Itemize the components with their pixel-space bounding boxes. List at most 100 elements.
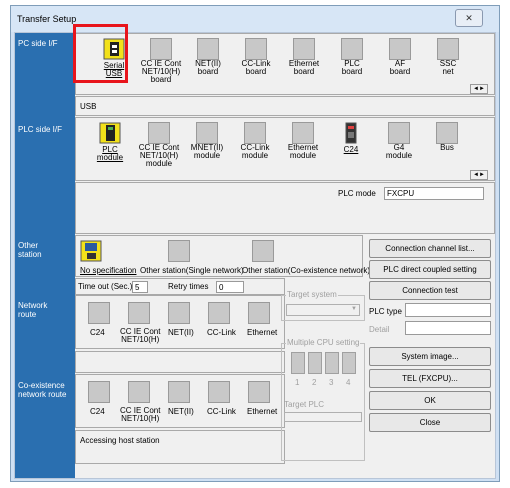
plc-side-detail-panel: PLC mode FXCPU	[75, 182, 495, 234]
timeout-label: Time out (Sec.)	[78, 282, 133, 291]
coexistence-route-net-ii[interactable]	[168, 381, 190, 403]
network-route-cc-ie[interactable]	[128, 302, 150, 324]
module-icon	[388, 122, 410, 144]
tel-fxcpu-button[interactable]: TEL (FXCPU)...	[369, 369, 491, 388]
network-route-panel: C24 CC IE Cont NET/10(H) NET(II) CC-Link…	[75, 295, 285, 349]
module-icon	[196, 122, 218, 144]
plc-side-scroll-arrows[interactable]: ◄►	[470, 170, 488, 180]
network-route-label-net-ii: NET(II)	[168, 328, 194, 337]
section-label-strip: PC side I/F PLC side I/F Other station N…	[15, 33, 75, 478]
station-icon	[252, 240, 274, 262]
highlight-box	[73, 24, 128, 83]
pc-side-label: PC side I/F	[18, 39, 58, 48]
other-station-label-single: Other station(Single network)	[140, 266, 244, 275]
coexistence-route-panel: C24 CC IE Cont NET/10(H) NET(II) CC-Link…	[75, 374, 285, 428]
detail-label: Detail	[369, 325, 390, 334]
route-icon	[248, 381, 270, 403]
other-station-label-no-spec: No specification	[80, 266, 137, 275]
plc-item-bus[interactable]: Bus	[419, 122, 475, 152]
coexistence-route-label-cc-ie: CC IE Cont NET/10(H)	[120, 406, 161, 423]
coexistence-route-cc-ie[interactable]	[128, 381, 150, 403]
coexistence-route-c24[interactable]	[88, 381, 110, 403]
status-text: Accessing host station	[80, 436, 160, 445]
pc-item-ssc-net[interactable]: SSC net	[420, 38, 476, 76]
network-route-net-ii[interactable]	[168, 302, 190, 324]
coexistence-route-label: Co-existence network route	[18, 381, 67, 399]
window-title: Transfer Setup	[17, 14, 77, 24]
network-route-label-cc-ie: CC IE Cont NET/10(H)	[120, 327, 161, 344]
other-station-coexistence[interactable]	[252, 240, 274, 262]
board-icon	[389, 38, 411, 60]
route-icon	[208, 381, 230, 403]
module-icon	[436, 122, 458, 144]
pc-side-scroll-arrows[interactable]: ◄►	[470, 84, 488, 94]
plc-side-label: PLC side I/F	[18, 125, 63, 134]
other-station-panel: No specification Other station(Single ne…	[75, 235, 370, 277]
connection-test-button[interactable]: Connection test	[369, 281, 491, 300]
board-icon	[341, 38, 363, 60]
plc-type-label: PLC type	[369, 307, 402, 316]
cpu-3-label: 3	[329, 378, 334, 387]
cpu-2-button[interactable]	[308, 352, 322, 374]
target-system-group: Target system ▼	[281, 290, 365, 321]
scroll-right-icon[interactable]: ►	[479, 172, 485, 178]
plc-item-label: Bus	[440, 143, 454, 152]
network-route-c24[interactable]	[88, 302, 110, 324]
cpu-4-button[interactable]	[342, 352, 356, 374]
system-image-button[interactable]: System image...	[369, 347, 491, 366]
timeout-row: Time out (Sec.) 5 Retry times 0	[75, 278, 285, 295]
network-route-label-c24: C24	[90, 328, 105, 337]
target-plc-field[interactable]	[284, 412, 362, 422]
pc-item-label: SSC net	[439, 59, 457, 76]
network-route-label-cc-link: CC-Link	[207, 328, 236, 337]
retry-field[interactable]: 0	[216, 281, 244, 293]
target-system-dropdown[interactable]: ▼	[286, 304, 360, 316]
board-icon	[437, 38, 459, 60]
coexistence-route-label-net-ii: NET(II)	[168, 407, 194, 416]
plc-item-label: PLC module	[96, 145, 124, 162]
coexistence-route-label-ethernet: Ethernet	[247, 407, 278, 416]
cpu-3-button[interactable]	[325, 352, 339, 374]
other-station-no-spec[interactable]: No specification	[80, 240, 138, 275]
board-icon	[197, 38, 219, 60]
other-station-single[interactable]	[168, 240, 190, 262]
no-specification-icon	[80, 240, 102, 262]
dialog-body: PC side I/F PLC side I/F Other station N…	[14, 32, 496, 479]
cpu-1-button[interactable]	[291, 352, 305, 374]
module-icon	[292, 122, 314, 144]
retry-label: Retry times	[168, 282, 209, 291]
plc-mode-label: PLC mode	[338, 189, 376, 198]
coexistence-route-ethernet[interactable]	[248, 381, 270, 403]
other-station-label-coexistence: Other station(Co-existence network)	[242, 266, 371, 275]
dropdown-arrow-icon: ▼	[351, 306, 357, 312]
detail-field[interactable]	[405, 321, 491, 335]
multiple-cpu-group: Multiple CPU setting 1 2 3 4 Target PLC	[281, 338, 365, 461]
cpu-2-label: 2	[312, 378, 317, 387]
status-panel: Accessing host station	[75, 430, 285, 464]
route-icon	[168, 302, 190, 324]
network-route-label-ethernet: Ethernet	[247, 328, 278, 337]
plc-type-field[interactable]	[405, 303, 491, 317]
target-plc-label: Target PLC	[284, 400, 325, 409]
network-route-detail-panel	[75, 351, 285, 373]
connection-channel-list-button[interactable]: Connection channel list...	[369, 239, 491, 258]
coexistence-route-label-c24: C24	[90, 407, 105, 416]
close-button[interactable]: Close	[369, 413, 491, 432]
coexistence-route-cc-link[interactable]	[208, 381, 230, 403]
plc-direct-coupled-button[interactable]: PLC direct coupled setting	[369, 260, 491, 279]
timeout-field[interactable]: 5	[132, 281, 148, 293]
scroll-right-icon[interactable]: ►	[479, 86, 485, 92]
route-icon	[208, 302, 230, 324]
coexistence-route-label-cc-link: CC-Link	[207, 407, 236, 416]
module-icon	[244, 122, 266, 144]
network-route-cc-link[interactable]	[208, 302, 230, 324]
other-station-label: Other station	[18, 241, 42, 259]
close-window-button[interactable]: ✕	[455, 9, 483, 27]
ok-button[interactable]: OK	[369, 391, 491, 410]
network-route-ethernet[interactable]	[248, 302, 270, 324]
multiple-cpu-title: Multiple CPU setting	[286, 338, 361, 347]
plc-mode-field[interactable]: FXCPU	[384, 187, 484, 200]
plc-item-plc-module[interactable]: PLC module	[82, 122, 138, 162]
cpu-4-label: 4	[346, 378, 351, 387]
route-icon	[88, 302, 110, 324]
